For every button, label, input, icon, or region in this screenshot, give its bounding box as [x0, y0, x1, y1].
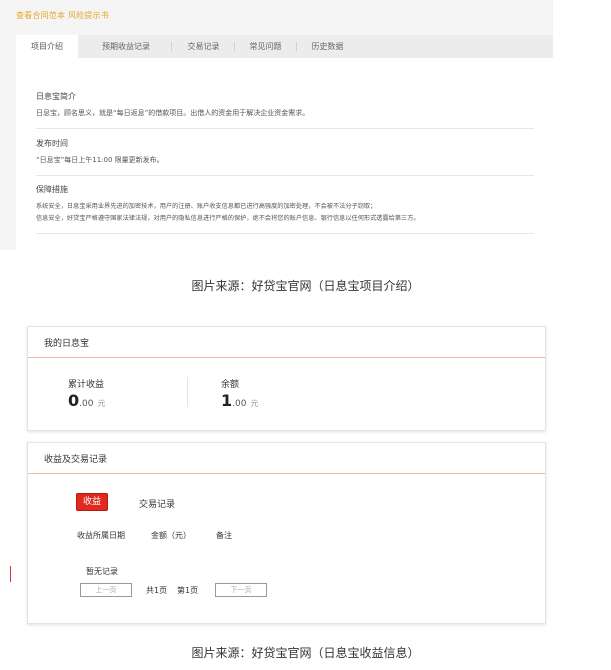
- balance-label: 余额: [221, 380, 240, 390]
- top-link-bar: 查看合同范本 风险提示书: [0, 0, 553, 30]
- total-income-unit: 元: [97, 399, 106, 408]
- column-header-amount: 金额（元）: [151, 531, 191, 540]
- intro-text: 日息宝，顾名思义，就是“每日返息”的借款项目。出借人的资金用于解决企业资金需求。: [36, 109, 310, 117]
- total-income-dec: .00: [79, 399, 94, 409]
- prev-page-button[interactable]: 上一页: [80, 583, 132, 597]
- tab-separator: [171, 42, 172, 51]
- security-title: 保障措施: [36, 185, 68, 194]
- contract-links[interactable]: 查看合同范本 风险提示书: [16, 10, 109, 21]
- security-text-2: 信息安全，好贷宝严格遵守国家法律法规，对用户的隐私信息进行严格的保护，绝不会将您…: [36, 215, 420, 222]
- intro-panel: 日息宝简介 日息宝，顾名思义，就是“每日返息”的借款项目。出借人的资金用于解决企…: [16, 58, 553, 250]
- tab-transactions[interactable]: 交易记录: [176, 35, 231, 58]
- card-title: 我的日息宝: [44, 339, 90, 349]
- my-rixibao-card: 我的日息宝 累计收益 0.00 元 余额 1.00 元: [27, 326, 546, 431]
- caption-project-intro: 图片来源：好贷宝官网（日息宝项目介绍）: [191, 279, 420, 293]
- total-income-value: 0.00 元: [68, 391, 105, 410]
- next-page-button[interactable]: 下一页: [215, 583, 267, 597]
- balance-value: 1.00 元: [221, 391, 258, 410]
- empty-records-text: 暂无记录: [86, 567, 118, 576]
- total-income-int: 0: [68, 391, 80, 410]
- card-title: 收益及交易记录: [44, 455, 108, 465]
- tab-history[interactable]: 历史数据: [300, 35, 355, 58]
- total-pages-text: 共1页: [146, 586, 168, 595]
- caption-income-info: 图片来源：好贷宝官网（日息宝收益信息）: [191, 646, 420, 660]
- stat-divider: [187, 377, 188, 407]
- security-text-1: 系统安全，日息宝采用业界先进的加密技术，用户的注册、账户收支信息都已进行高强度的…: [36, 203, 377, 210]
- current-page-text: 第1页: [177, 586, 199, 595]
- release-text: “日息宝”每日上午11:00 限量更新发布。: [36, 156, 164, 164]
- section-divider: [36, 233, 534, 234]
- intro-title: 日息宝简介: [36, 92, 76, 101]
- income-tab-button[interactable]: 收益: [76, 493, 108, 511]
- tab-expected-income[interactable]: 预期收益记录: [86, 35, 166, 58]
- column-header-note: 备注: [216, 531, 232, 540]
- column-header-date: 收益所属日期: [77, 531, 125, 540]
- section-divider: [36, 128, 534, 129]
- balance-dec: .00: [232, 399, 247, 409]
- card-header: 收益及交易记录: [28, 443, 545, 474]
- trade-records-tab[interactable]: 交易记录: [139, 497, 175, 510]
- tab-separator: [234, 42, 235, 51]
- card-header: 我的日息宝: [28, 327, 545, 358]
- total-income-label: 累计收益: [68, 380, 105, 390]
- section-divider: [36, 175, 534, 176]
- tab-faq[interactable]: 常见问题: [238, 35, 293, 58]
- tab-separator: [296, 42, 297, 51]
- project-intro-screenshot: 查看合同范本 风险提示书 项目介绍 预期收益记录 交易记录 常见问题 历史数据 …: [0, 0, 553, 250]
- release-title: 发布时间: [36, 139, 68, 148]
- margin-marker: [10, 566, 11, 582]
- balance-int: 1: [221, 391, 233, 410]
- tab-project-intro[interactable]: 项目介绍: [16, 35, 78, 58]
- project-tabs: 项目介绍 预期收益记录 交易记录 常见问题 历史数据: [16, 35, 553, 58]
- balance-unit: 元: [250, 399, 259, 408]
- records-card: 收益及交易记录 收益 交易记录 收益所属日期 金额（元） 备注 暂无记录 上一页…: [27, 442, 546, 624]
